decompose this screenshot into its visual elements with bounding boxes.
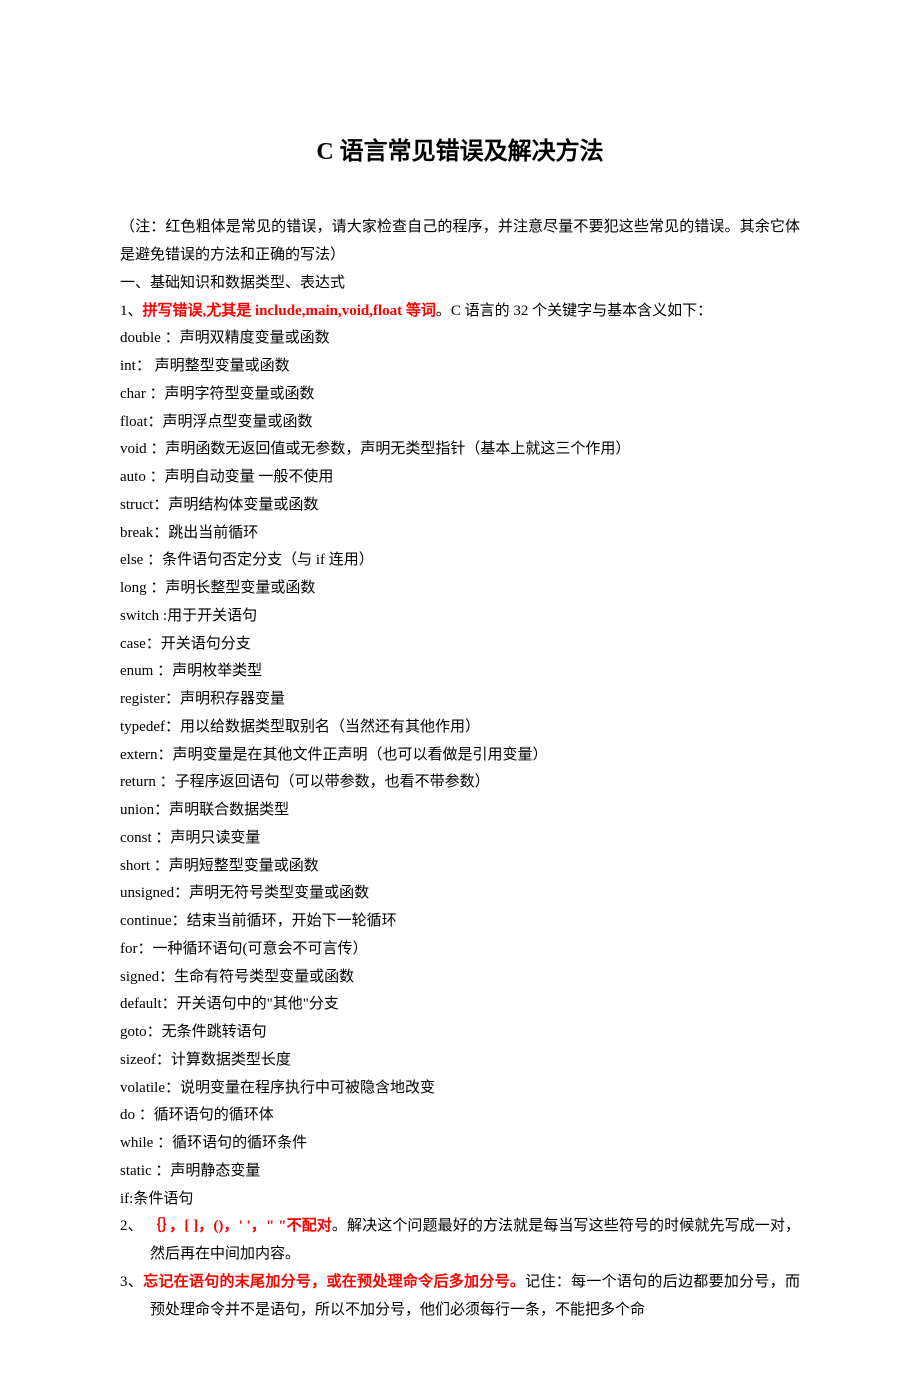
item-2: 2、 ｛｝，[ ]，()，' '，" "不配对。解决这个问题最好的方法就是每当写… xyxy=(120,1213,800,1269)
keyword-double: double ：声明双精度变量或函数 xyxy=(120,325,800,353)
keyword-short: short ：声明短整型变量或函数 xyxy=(120,853,800,881)
keyword-while: while ：循环语句的循环条件 xyxy=(120,1130,800,1158)
keyword-extern: extern：声明变量是在其他文件正声明（也可以看做是引用变量） xyxy=(120,742,800,770)
keyword-volatile: volatile：说明变量在程序执行中可被隐含地改变 xyxy=(120,1075,800,1103)
keyword-signed: signed：生命有符号类型变量或函数 xyxy=(120,964,800,992)
item-3: 3、忘记在语句的末尾加分号，或在预处理命令后多加分号。记住：每一个语句的后边都要… xyxy=(120,1269,800,1325)
keyword-default: default：开关语句中的"其他"分支 xyxy=(120,991,800,1019)
item-2-error: ｛｝，[ ]，()，' '，" "不配对 xyxy=(147,1218,332,1234)
item-1-prefix: 1、 xyxy=(120,303,143,319)
keyword-return: return ：子程序返回语句（可以带参数，也看不带参数） xyxy=(120,769,800,797)
keyword-continue: continue：结束当前循环，开始下一轮循环 xyxy=(120,908,800,936)
item-2-prefix: 2、 xyxy=(120,1218,147,1234)
keyword-enum: enum ：声明枚举类型 xyxy=(120,658,800,686)
item-1-error: 拼写错误,尤其是 include,main,void,float 等词 xyxy=(143,303,436,319)
keyword-auto: auto ：声明自动变量 一般不使用 xyxy=(120,464,800,492)
keyword-void: void ：声明函数无返回值或无参数，声明无类型指针（基本上就这三个作用） xyxy=(120,436,800,464)
keyword-case: case：开关语句分支 xyxy=(120,631,800,659)
keyword-unsigned: unsigned：声明无符号类型变量或函数 xyxy=(120,880,800,908)
keyword-goto: goto：无条件跳转语句 xyxy=(120,1019,800,1047)
intro-note: （注：红色粗体是常见的错误，请大家检查自己的程序，并注意尽量不要犯这些常见的错误… xyxy=(120,214,800,270)
keyword-if: if:条件语句 xyxy=(120,1186,800,1214)
page-title: C 语言常见错误及解决方法 xyxy=(120,130,800,174)
item-1: 1、拼写错误,尤其是 include,main,void,float 等词。C … xyxy=(120,298,800,326)
section-heading-1: 一、基础知识和数据类型、表达式 xyxy=(120,270,800,298)
keyword-int: int： 声明整型变量或函数 xyxy=(120,353,800,381)
keyword-register: register：声明积存器变量 xyxy=(120,686,800,714)
keyword-sizeof: sizeof：计算数据类型长度 xyxy=(120,1047,800,1075)
keyword-struct: struct：声明结构体变量或函数 xyxy=(120,492,800,520)
keyword-for: for：一种循环语句(可意会不可言传） xyxy=(120,936,800,964)
item-1-suffix: 。C 语言的 32 个关键字与基本含义如下： xyxy=(436,303,712,319)
keyword-else: else ：条件语句否定分支（与 if 连用） xyxy=(120,547,800,575)
keyword-typedef: typedef：用以给数据类型取别名（当然还有其他作用） xyxy=(120,714,800,742)
keyword-float: float：声明浮点型变量或函数 xyxy=(120,409,800,437)
keyword-break: break：跳出当前循环 xyxy=(120,520,800,548)
keyword-union: union：声明联合数据类型 xyxy=(120,797,800,825)
keyword-do: do ：循环语句的循环体 xyxy=(120,1102,800,1130)
keyword-char: char ：声明字符型变量或函数 xyxy=(120,381,800,409)
keyword-switch: switch :用于开关语句 xyxy=(120,603,800,631)
keyword-static: static ：声明静态变量 xyxy=(120,1158,800,1186)
item-3-prefix: 3、 xyxy=(120,1274,143,1290)
keyword-const: const ：声明只读变量 xyxy=(120,825,800,853)
keyword-long: long ：声明长整型变量或函数 xyxy=(120,575,800,603)
item-3-error: 忘记在语句的末尾加分号，或在预处理命令后多加分号。 xyxy=(143,1274,525,1290)
